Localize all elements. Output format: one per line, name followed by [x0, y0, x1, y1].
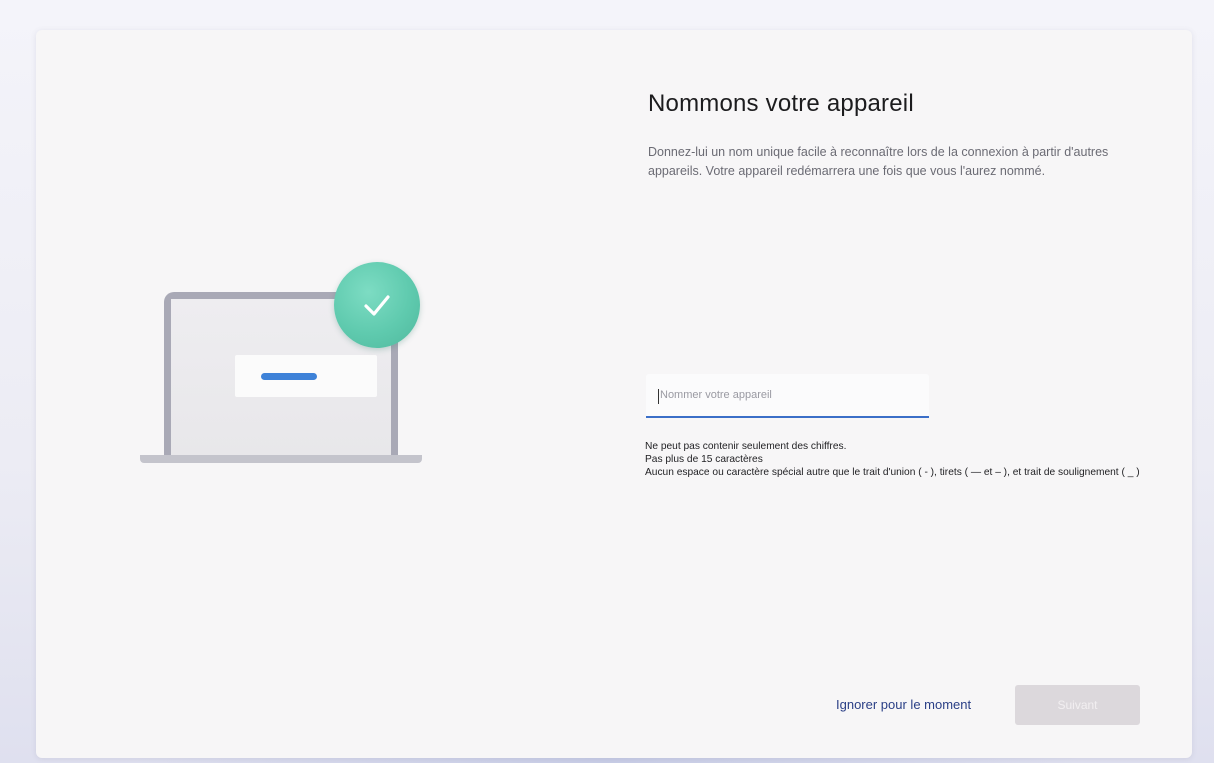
rule-item: Aucun espace ou caractère spécial autre … — [645, 467, 1140, 479]
page-title: Nommons votre appareil — [648, 90, 914, 117]
laptop-base — [140, 455, 422, 463]
rule-item: Ne peut pas contenir seulement des chiff… — [645, 441, 847, 452]
page-description: Donnez-lui un nom unique facile à reconn… — [648, 145, 1109, 178]
checkmark-glyph — [364, 295, 390, 316]
next-button[interactable]: Suivant — [1015, 685, 1140, 725]
device-name-field[interactable] — [646, 374, 929, 418]
device-illustration — [140, 262, 430, 472]
laptop-screen-card — [235, 355, 377, 397]
checkmark-icon — [334, 262, 420, 348]
device-name-input[interactable] — [646, 374, 929, 416]
laptop-screen-bar — [261, 373, 317, 380]
skip-for-now-link[interactable]: Ignorer pour le moment — [836, 697, 971, 712]
naming-rules: Ne peut pas contenir seulement des chiff… — [645, 440, 1145, 480]
text-caret — [658, 389, 659, 404]
rule-item: Pas plus de 15 caractères — [645, 454, 763, 466]
